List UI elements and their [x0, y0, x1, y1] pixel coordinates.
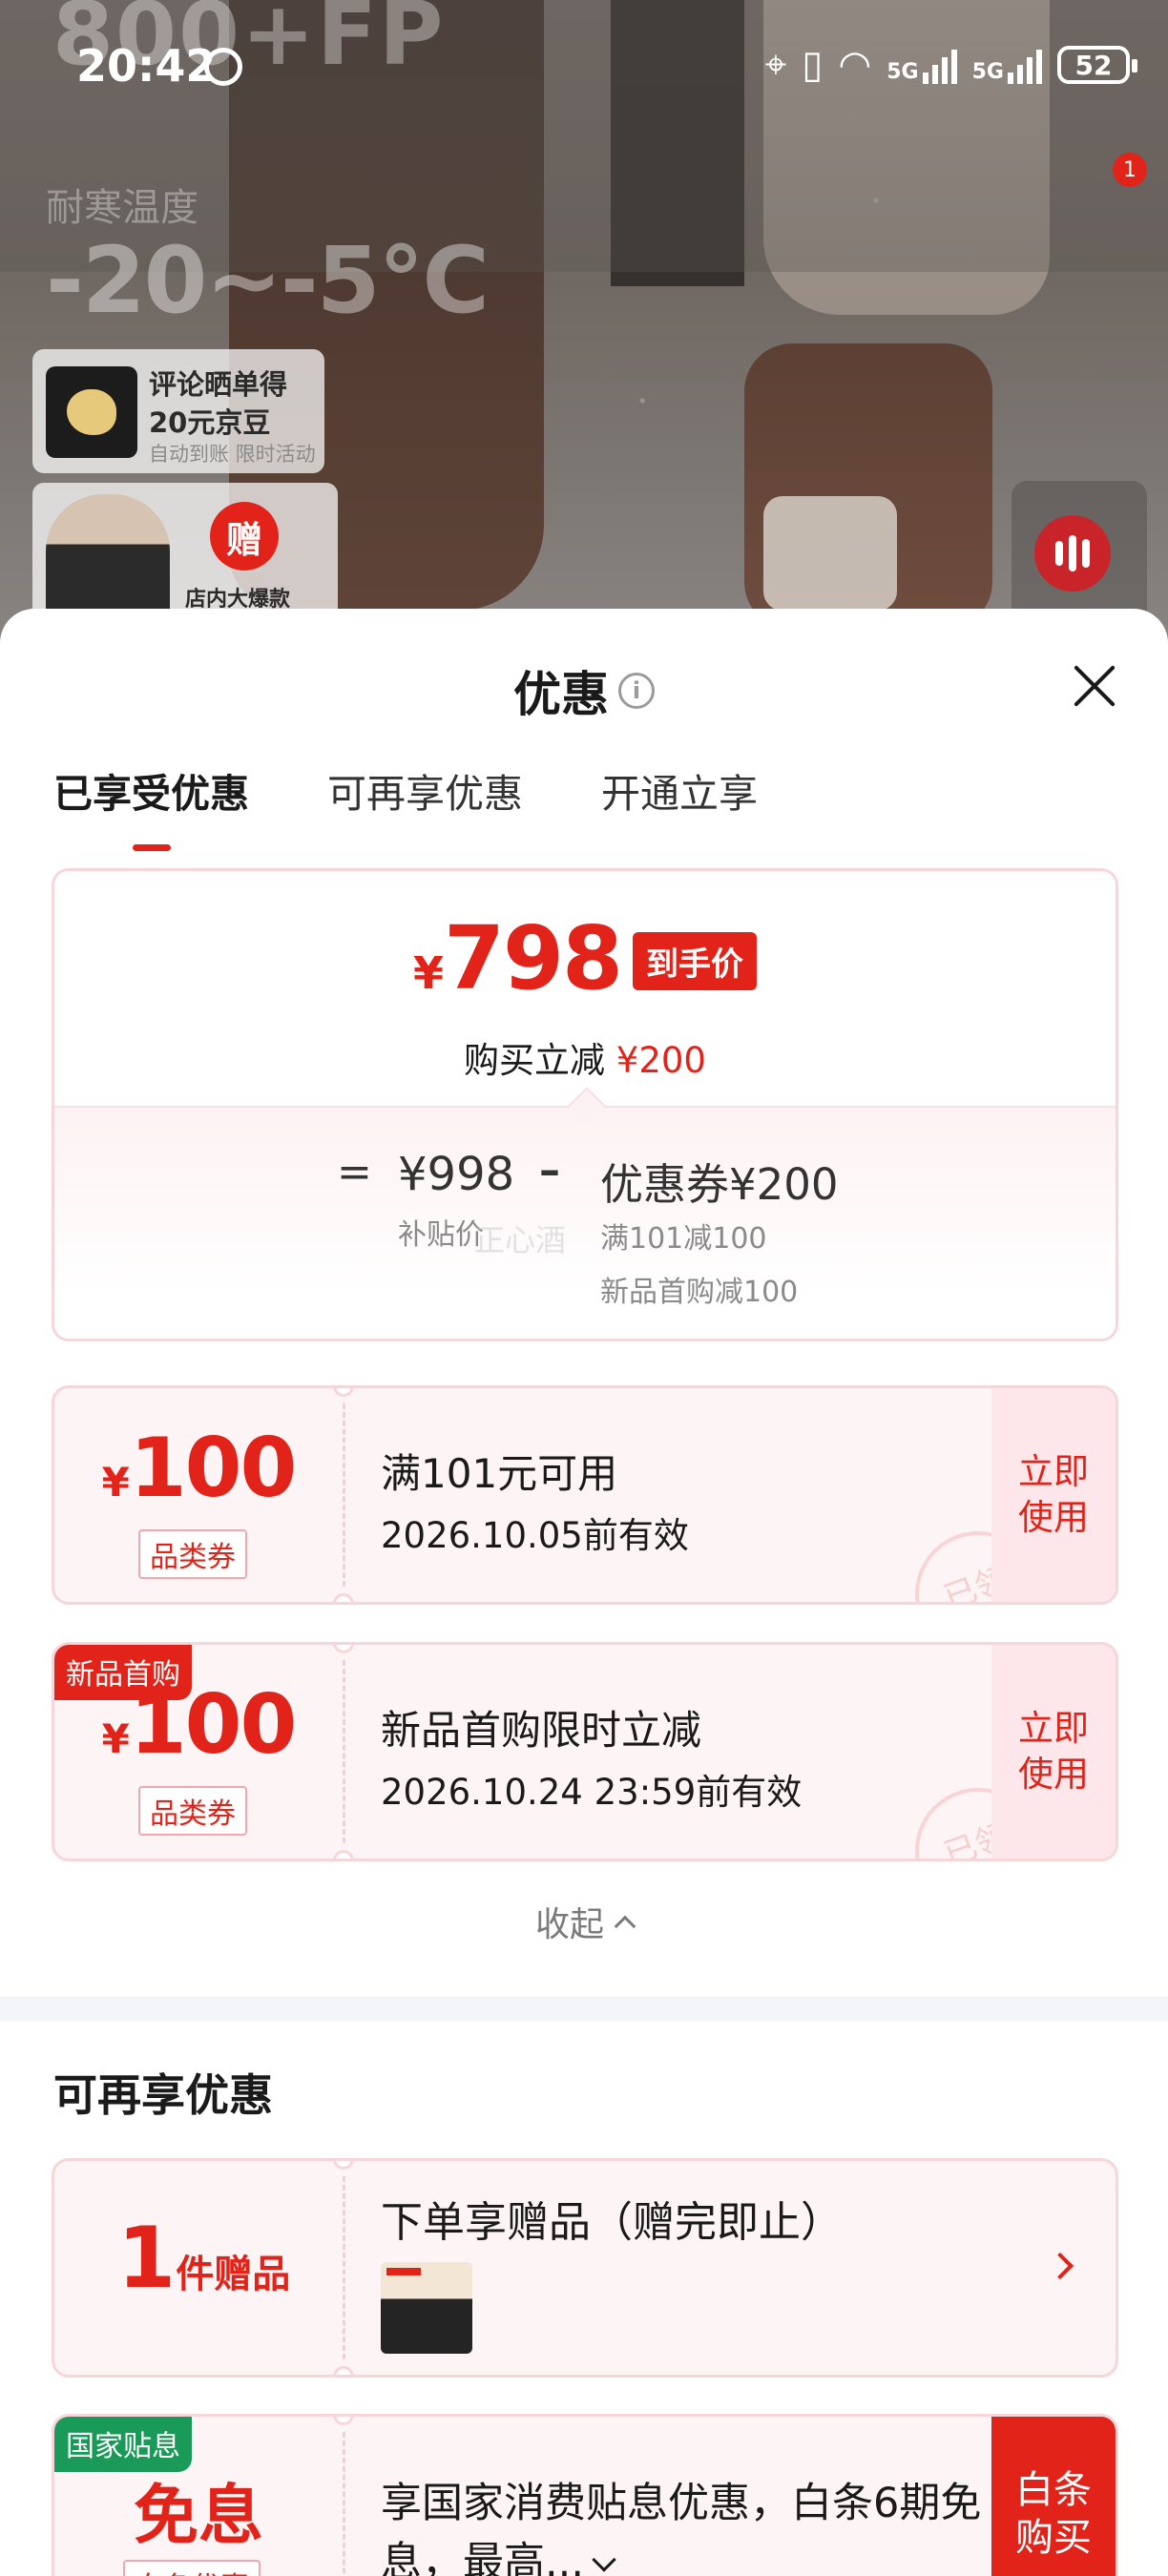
subsidy-text-content: 享国家消费贴息优惠，白条6期免息，最高... — [381, 2480, 982, 2576]
notification-badge[interactable]: 1 — [1113, 153, 1147, 187]
coupon-type: 品类券 — [138, 1786, 247, 1836]
ticket-notch-top — [333, 2161, 354, 2170]
use-now-button[interactable]: 立即使用 — [991, 1388, 1116, 1602]
gift-thumbnail — [381, 2262, 472, 2354]
bg-subtitle: 耐寒温度 — [46, 186, 198, 230]
ticket-notch-bottom — [333, 2366, 354, 2375]
chevron-up-icon — [614, 1915, 636, 1938]
tab-more-offers[interactable]: 可再享优惠 — [327, 761, 523, 851]
alarm-icon — [204, 48, 242, 86]
coupon-card[interactable]: 新品首购 ¥100 品类券 新品首购限时立减 2026.10.24 23:59前… — [52, 1642, 1118, 1861]
review-promo-card[interactable]: 评论晒单得 20元京豆 自动到账 限时活动 — [32, 349, 324, 473]
section-title-more-offers: 可再享优惠 — [53, 2069, 273, 2121]
promo-line-2: 20元京豆 — [149, 406, 271, 439]
network-type-2: 5G — [971, 60, 1004, 84]
bg-temperature: -20~-5°C — [46, 227, 490, 334]
minus-sign: – — [539, 1146, 560, 1195]
use-now-label: 立即使用 — [1018, 1708, 1089, 1795]
coupon-value: 100 — [129, 1421, 298, 1516]
location-icon: ⌖ — [764, 43, 787, 87]
gift-badge: 赠 — [210, 502, 279, 571]
watermark: 正心酒 — [474, 1222, 567, 1258]
price-breakdown-card: ¥798 到手价 购买立减 ¥200 = ¥998 补贴价 正心酒 – 优惠券¥2… — [52, 868, 1118, 1341]
coupon-detail-1: 满101减100 — [600, 1222, 767, 1256]
section-divider — [0, 1997, 1168, 2022]
ticket-notch-top — [333, 1645, 354, 1653]
coupon-currency: ¥ — [101, 1459, 130, 1506]
signal-icon-1: 5G — [886, 46, 957, 84]
ticket-divider — [343, 2432, 345, 2576]
coupon-validity: 2026.10.05前有效 — [381, 1515, 689, 1556]
use-now-label: 立即使用 — [1018, 1451, 1089, 1538]
network-type-1: 5G — [886, 60, 919, 84]
ticket-divider — [343, 1660, 345, 1843]
promo-line-3: 自动到账 限时活动 — [149, 443, 316, 466]
promo-line-1: 评论晒单得 — [149, 368, 288, 401]
vibrate-icon: ▯ — [802, 43, 824, 87]
tab-bar: 已享受优惠 可再享优惠 开通立享 — [53, 761, 758, 851]
baitiao-buy-button[interactable]: 白条购买 — [991, 2417, 1116, 2576]
ticket-divider — [343, 1403, 345, 1587]
instant-savings: 购买立减 ¥200 — [54, 1031, 1116, 1083]
price-lower — [54, 1106, 1116, 1339]
baitiao-type: 白条优惠 — [123, 2560, 261, 2576]
coupon-detail-2: 新品首购减100 — [600, 1276, 799, 1309]
close-button[interactable] — [1071, 662, 1118, 710]
final-price-currency: ¥ — [412, 947, 444, 999]
equals-sign: = — [337, 1148, 372, 1196]
live-icon — [1034, 515, 1111, 592]
status-icons: ⌖ ▯ ◠ 5G 5G 52 — [764, 38, 1137, 92]
collapse-button[interactable]: 收起 — [0, 1897, 1168, 1946]
wifi-icon: ◠ — [838, 43, 872, 87]
coupon-condition: 新品首购限时立减 — [381, 1707, 702, 1754]
interest-free-offer-card[interactable]: 国家贴息 免息 白条优惠 享国家消费贴息优惠，白条6期免息，最高... 白条购买 — [52, 2414, 1118, 2576]
gift-offer-title: 下单享赠品（赠完即止） — [381, 2198, 843, 2247]
coupon-amount: ¥100 — [54, 1677, 343, 1773]
use-now-button[interactable]: 立即使用 — [991, 1645, 1116, 1859]
tab-activate[interactable]: 开通立享 — [601, 761, 758, 851]
final-price: ¥798 到手价 — [54, 907, 1116, 1009]
sheet-title-text: 优惠 — [513, 667, 609, 722]
final-price-tag: 到手价 — [633, 932, 758, 990]
original-price: ¥998 — [398, 1148, 515, 1201]
status-time: 20:42 — [76, 40, 217, 92]
coupon-value: 100 — [129, 1677, 298, 1773]
screen: 800+FP 耐寒温度 -20~-5°C 评论晒单得 20元京豆 自动到账 限时… — [0, 0, 1168, 2576]
ticket-notch-bottom — [333, 1593, 354, 1602]
ticket-notch-bottom — [333, 1850, 354, 1859]
baitiao-buy-label: 白条购买 — [1015, 2468, 1092, 2560]
battery-icon: 52 — [1057, 46, 1137, 84]
ticket-notch-top — [333, 2417, 354, 2425]
gift-count-number: 1 — [117, 2209, 177, 2307]
chevron-right-icon — [1046, 2252, 1074, 2280]
coupon-type: 品类券 — [138, 1529, 247, 1579]
coupon-card[interactable]: ¥100 品类券 满101元可用 2026.10.05前有效 已领 立即使用 — [52, 1385, 1118, 1605]
gift-count: 1件赠品 — [117, 2209, 290, 2307]
tab-enjoyed[interactable]: 已享受优惠 — [53, 761, 249, 851]
savings-amount: ¥200 — [615, 1040, 706, 1081]
discount-sheet: 优惠 i 已享受优惠 可再享优惠 开通立享 ¥798 到手价 购买立减 ¥200 =… — [0, 609, 1168, 2576]
status-bar: 20:42 ⌖ ▯ ◠ 5G 5G 52 — [0, 0, 1168, 134]
coupon-amount: ¥100 — [54, 1421, 343, 1516]
coupon-total: 优惠券¥200 — [600, 1159, 839, 1210]
sheet-title: 优惠 i — [0, 656, 1168, 725]
subsidy-text: 享国家消费贴息优惠，白条6期免息，最高... — [381, 2474, 982, 2576]
signal-icon-2: 5G — [972, 46, 1042, 84]
coupon-validity: 2026.10.24 23:59前有效 — [381, 1772, 803, 1813]
final-price-value: 798 — [443, 907, 623, 1009]
live-stream-entry[interactable] — [1012, 481, 1147, 624]
coupon-condition: 满101元可用 — [381, 1450, 618, 1497]
coupon-currency: ¥ — [101, 1715, 130, 1762]
original-price-label: 补贴价 — [398, 1218, 484, 1252]
gift-count-unit: 件赠品 — [176, 2253, 291, 2296]
chevron-down-icon[interactable] — [592, 2547, 616, 2572]
info-icon[interactable]: i — [618, 673, 655, 709]
jingdou-icon — [46, 366, 137, 458]
collapse-label: 收起 — [534, 1905, 604, 1944]
ticket-notch-top — [333, 1388, 354, 1397]
interest-free-label: 免息 — [133, 2479, 263, 2554]
gift-offer-card[interactable]: 1件赠品 下单享赠品（赠完即止） — [52, 2158, 1118, 2378]
ticket-divider — [343, 2176, 345, 2359]
savings-label: 购买立减 — [464, 1040, 606, 1081]
